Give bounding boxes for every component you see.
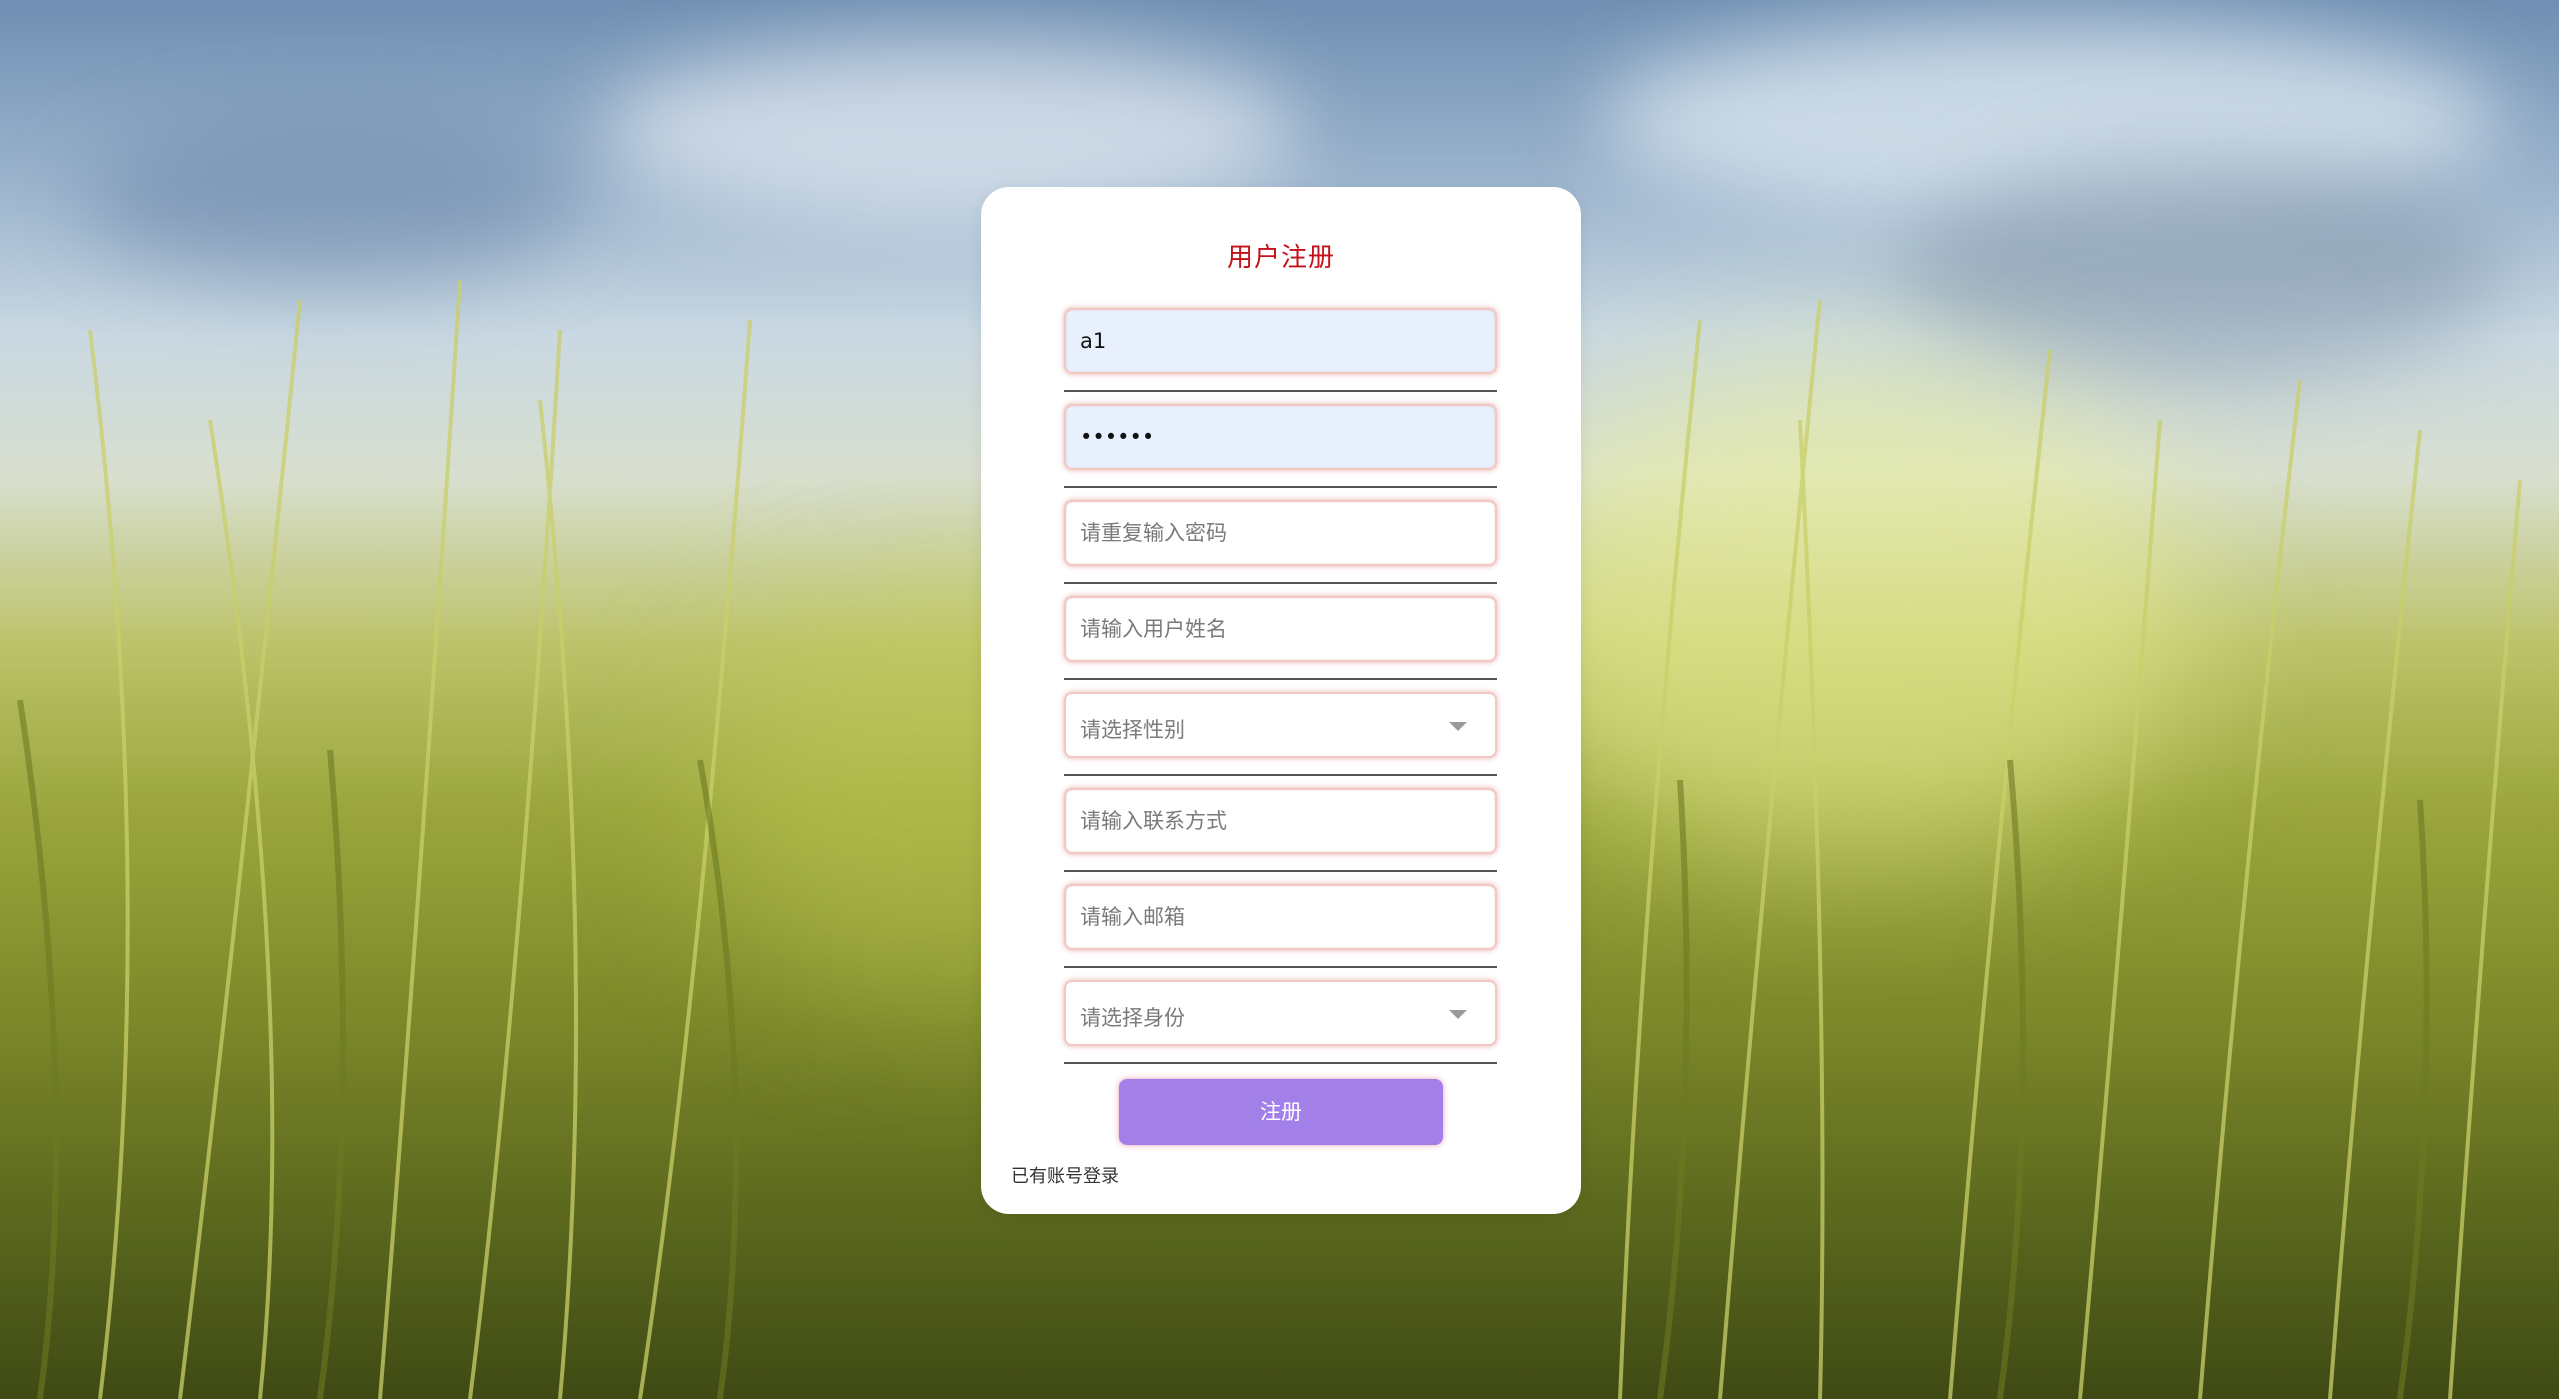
name-input[interactable]	[1064, 596, 1497, 662]
confirm-password-field-wrap	[1064, 500, 1497, 584]
username-input[interactable]	[1064, 308, 1497, 374]
role-select[interactable]: 请选择身份	[1064, 980, 1497, 1046]
contact-input[interactable]	[1064, 788, 1497, 854]
gender-field-wrap: 请选择性别	[1064, 692, 1497, 776]
password-field-wrap	[1064, 404, 1497, 488]
name-field-wrap	[1064, 596, 1497, 680]
gender-select-placeholder: 请选择性别	[1080, 718, 1185, 742]
chevron-down-icon	[1449, 722, 1467, 731]
chevron-down-icon	[1449, 1010, 1467, 1019]
contact-field-wrap	[1064, 788, 1497, 872]
email-field-wrap	[1064, 884, 1497, 968]
username-field-wrap	[1064, 308, 1497, 392]
register-button[interactable]: 注册	[1119, 1079, 1443, 1145]
login-link[interactable]: 已有账号登录	[1011, 1162, 1119, 1188]
confirm-password-input[interactable]	[1064, 500, 1497, 566]
role-field-wrap: 请选择身份	[1064, 980, 1497, 1064]
role-select-placeholder: 请选择身份	[1080, 1006, 1185, 1030]
password-input[interactable]	[1064, 404, 1497, 470]
register-card: 用户注册 请选择性别 请选择身份 注册 已有账号登录	[981, 187, 1581, 1214]
email-input[interactable]	[1064, 884, 1497, 950]
page-title: 用户注册	[1226, 243, 1335, 273]
gender-select[interactable]: 请选择性别	[1064, 692, 1497, 758]
